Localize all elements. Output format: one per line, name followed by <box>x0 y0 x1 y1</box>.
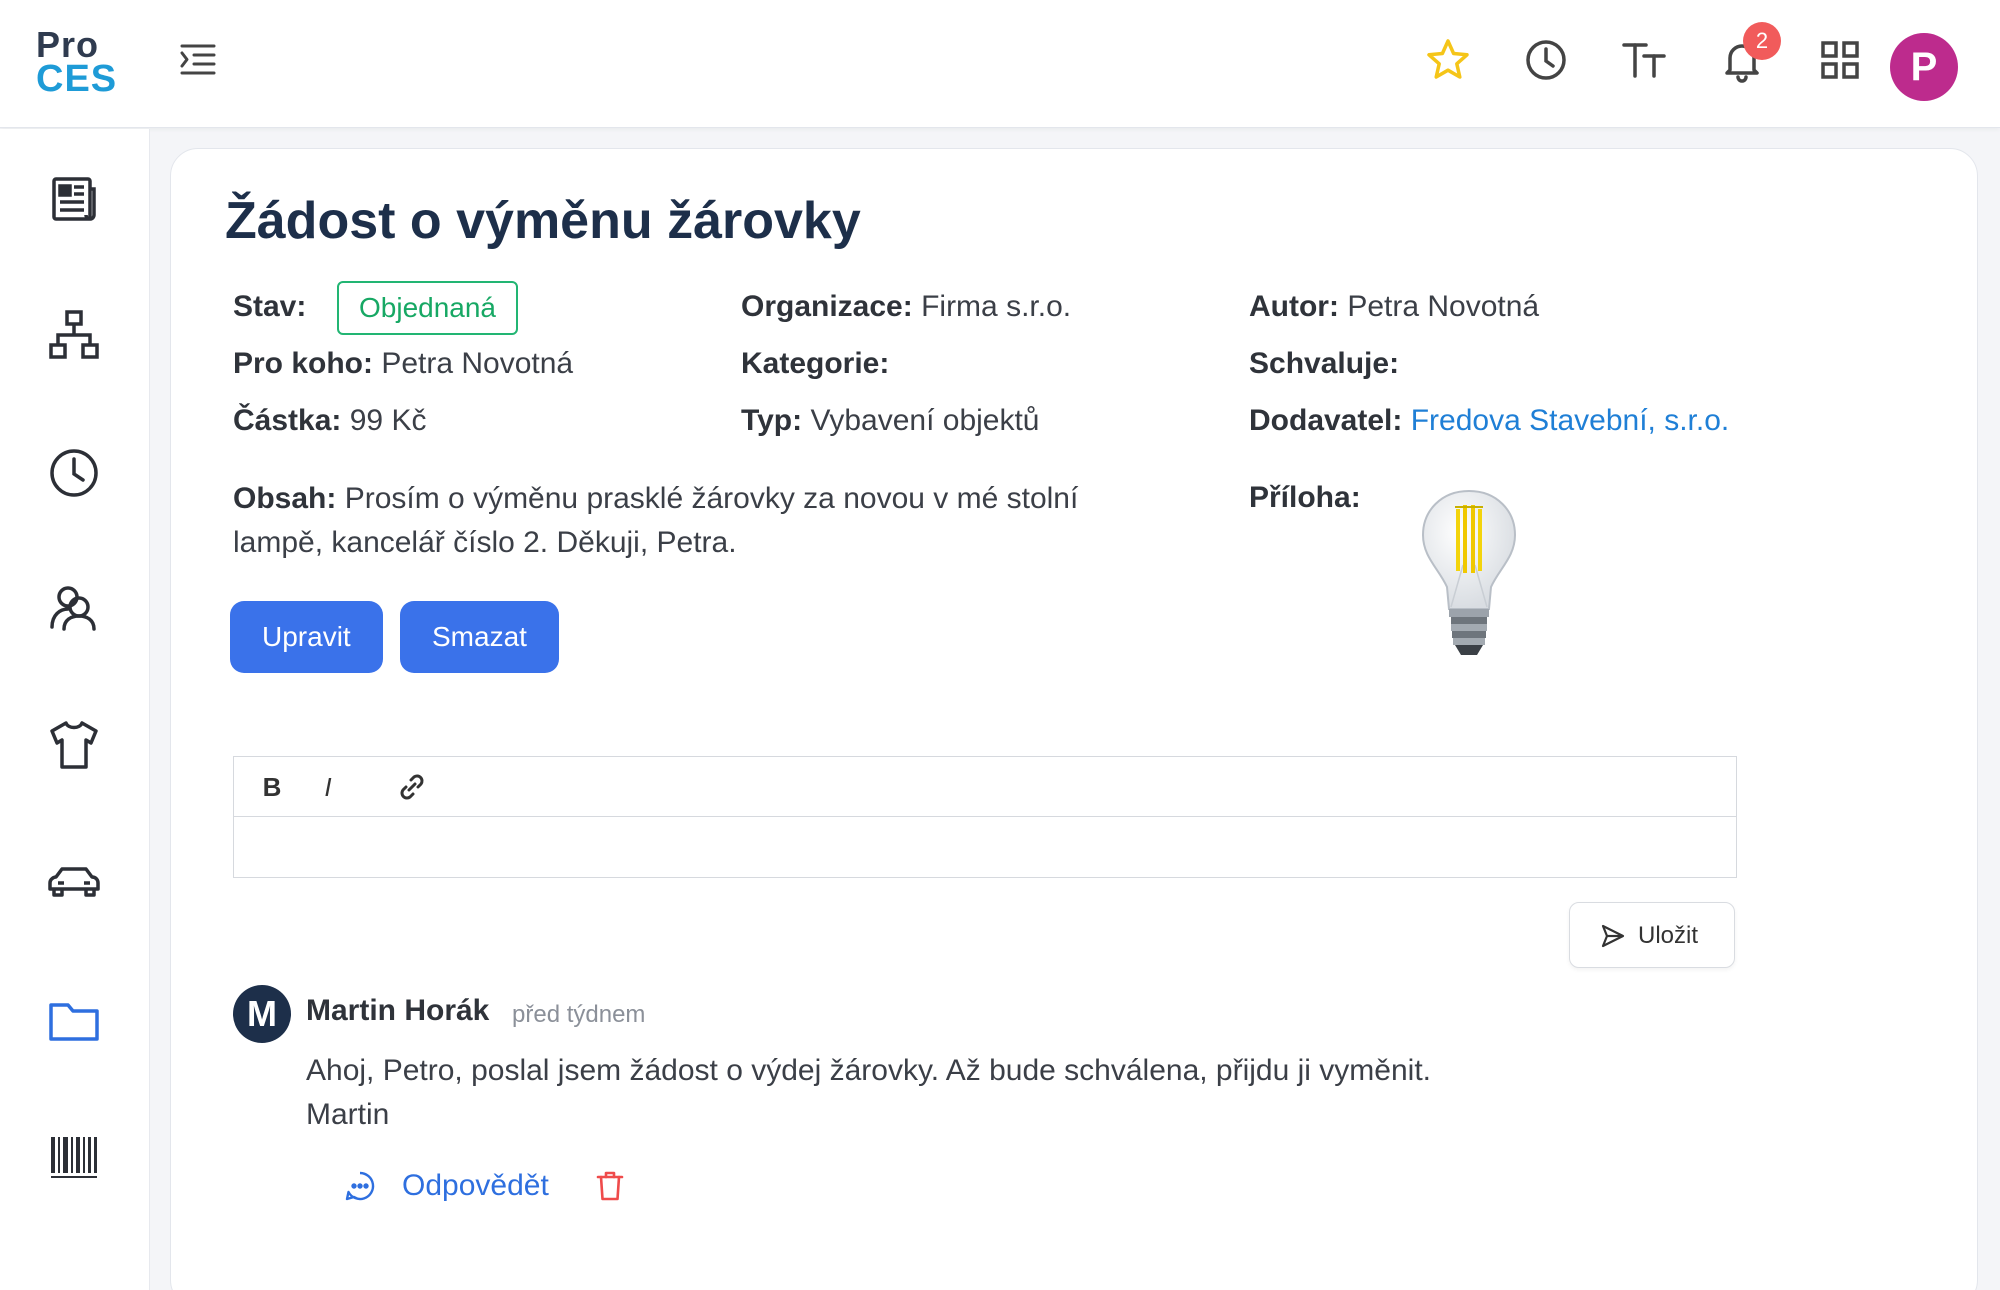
amount-label: Částka: <box>233 404 342 437</box>
light-bulb-icon <box>1421 489 1517 655</box>
attachment-label: Příloha: <box>1249 481 1361 514</box>
logo-pro: Pro <box>36 24 100 65</box>
sidebar-item-clothing[interactable] <box>46 717 102 773</box>
sidebar-item-vehicles[interactable] <box>46 853 102 909</box>
request-detail-card: Žádost o výměnu žárovky Stav: Objednaná … <box>170 148 1978 1290</box>
text-size-icon[interactable] <box>1620 36 1668 84</box>
comment-editor: B I <box>233 756 1737 878</box>
attachment-thumbnail[interactable] <box>1419 487 1519 667</box>
logo-ces: CES <box>36 58 118 100</box>
sidebar-item-history[interactable] <box>46 445 102 501</box>
content-value: Prosím o výměnu prasklé žárovky za novou… <box>233 482 1079 559</box>
reply-icon[interactable] <box>344 1170 376 1202</box>
newspaper-icon <box>52 177 96 221</box>
organization-label: Organizace: <box>741 290 913 323</box>
editor-input[interactable] <box>234 817 1736 877</box>
shirt-icon <box>50 721 98 769</box>
sidebar <box>0 129 150 1290</box>
category-label: Kategorie: <box>741 347 890 380</box>
supplier-field: Dodavatel: Fredova Stavební, s.r.o. <box>1249 404 1729 438</box>
author-value: Petra Novotná <box>1347 290 1540 323</box>
author-label: Autor: <box>1249 290 1339 323</box>
reply-link[interactable]: Odpovědět <box>402 1169 549 1203</box>
sidebar-item-news[interactable] <box>46 171 102 227</box>
delete-comment-icon[interactable] <box>595 1170 625 1202</box>
users-icon <box>50 586 96 631</box>
type-label: Typ: <box>741 404 803 437</box>
save-comment-label: Uložit <box>1638 922 1699 949</box>
for-field: Pro koho: Petra Novotná <box>233 347 573 381</box>
status-badge: Objednaná <box>337 281 519 335</box>
italic-button[interactable]: I <box>310 769 346 805</box>
comment-text-line: Ahoj, Petro, poslal jsem žádost o výdej … <box>306 1054 1431 1087</box>
supplier-label: Dodavatel: <box>1249 404 1403 437</box>
status-label: Stav: <box>233 290 307 323</box>
status-field: Stav: <box>233 290 306 324</box>
star-icon[interactable] <box>1424 36 1472 84</box>
clock-icon <box>50 449 98 497</box>
amount-value: 99 Kč <box>349 404 427 437</box>
approver-field: Schvaluje: <box>1249 347 1399 381</box>
apps-grid-icon[interactable] <box>1816 36 1864 84</box>
car-icon <box>48 867 100 897</box>
sidebar-item-structure[interactable] <box>46 307 102 363</box>
approver-label: Schvaluje: <box>1249 347 1400 380</box>
edit-button[interactable]: Upravit <box>230 601 383 673</box>
attachment-field: Příloha: <box>1249 481 1361 515</box>
sidebar-item-inventory[interactable] <box>46 1129 102 1185</box>
content-label: Obsah: <box>233 482 337 515</box>
top-bar: Pro CES 2 P <box>0 0 2000 128</box>
link-button[interactable] <box>394 769 430 805</box>
bold-button[interactable]: B <box>254 769 290 805</box>
hierarchy-icon <box>49 310 99 359</box>
folder-icon <box>49 1003 99 1041</box>
type-value: Vybavení objektů <box>810 404 1040 437</box>
comment-signature: Martin <box>306 1098 390 1131</box>
logo[interactable]: Pro CES <box>36 24 118 100</box>
sidebar-item-documents[interactable] <box>46 993 102 1049</box>
comment-author: Martin Horák <box>306 994 490 1027</box>
organization-value: Firma s.r.o. <box>921 290 1072 323</box>
sidebar-item-people[interactable] <box>46 579 102 635</box>
history-clock-icon[interactable] <box>1522 36 1570 84</box>
comment-timestamp: před týdnem <box>512 1001 646 1028</box>
comment-avatar: M <box>233 985 291 1043</box>
delete-button[interactable]: Smazat <box>400 601 559 673</box>
notification-badge: 2 <box>1743 22 1781 60</box>
editor-toolbar: B I <box>234 757 1736 817</box>
author-field: Autor: Petra Novotná <box>1249 290 1539 324</box>
for-label: Pro koho: <box>233 347 373 380</box>
page-title: Žádost o výměnu žárovky <box>225 192 861 250</box>
link-icon <box>400 774 424 800</box>
content-field: Obsah: Prosím o výměnu prasklé žárovky z… <box>233 477 1133 565</box>
send-icon <box>1601 924 1625 948</box>
comment-text: Ahoj, Petro, poslal jsem žádost o výdej … <box>306 1049 1606 1137</box>
category-field: Kategorie: <box>741 347 889 381</box>
user-avatar[interactable]: P <box>1890 33 1958 101</box>
for-value: Petra Novotná <box>381 347 574 380</box>
supplier-link[interactable]: Fredova Stavební, s.r.o. <box>1411 404 1730 437</box>
organization-field: Organizace: Firma s.r.o. <box>741 290 1071 324</box>
barcode-icon <box>51 1137 97 1178</box>
menu-toggle-icon[interactable] <box>176 38 220 82</box>
type-field: Typ: Vybavení objektů <box>741 404 1040 438</box>
amount-field: Částka: 99 Kč <box>233 404 426 438</box>
save-comment-button[interactable]: Uložit <box>1569 902 1735 968</box>
